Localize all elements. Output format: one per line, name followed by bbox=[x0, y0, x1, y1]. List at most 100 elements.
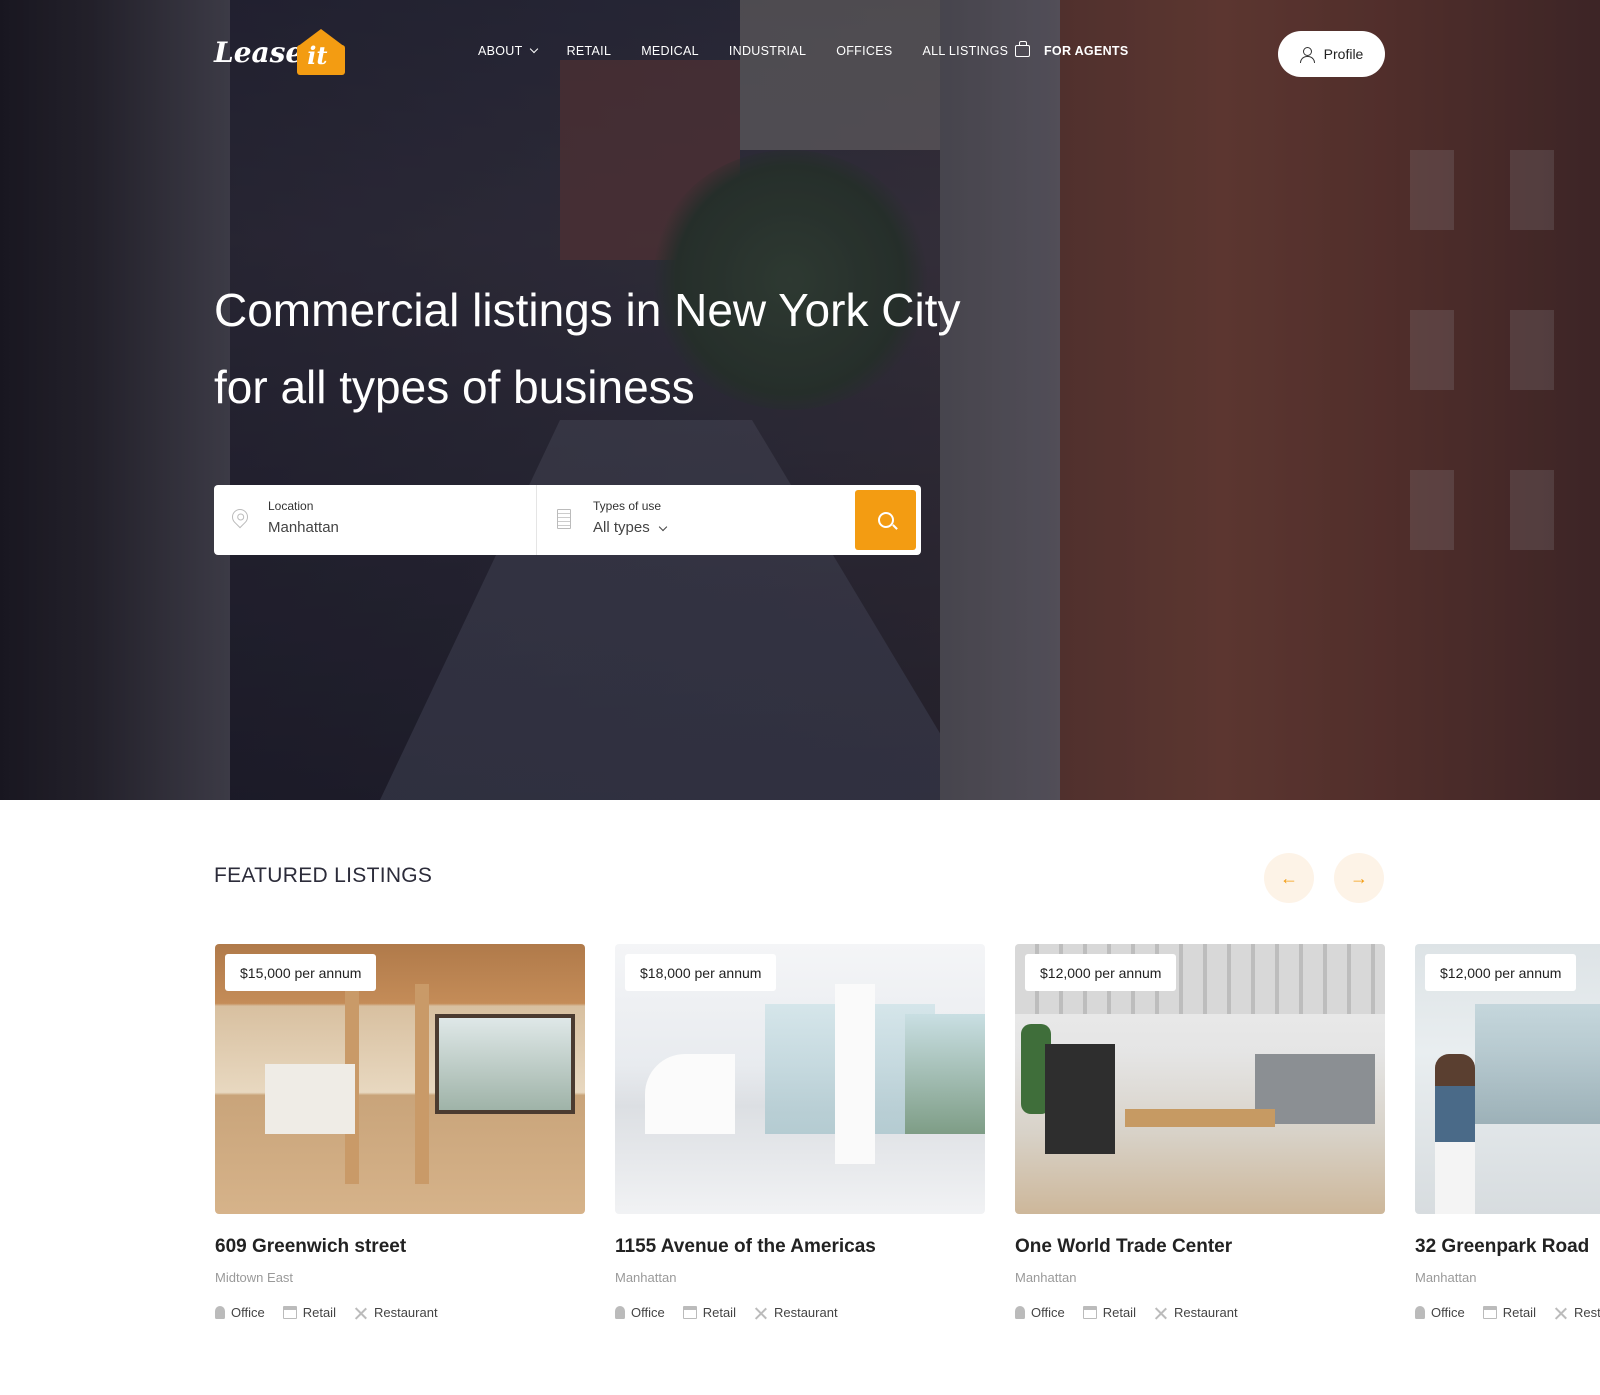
tag-retail: Retail bbox=[1082, 1305, 1136, 1320]
tag-office: Office bbox=[615, 1305, 665, 1320]
listing-area: Manhattan bbox=[615, 1270, 677, 1285]
tag-retail: Retail bbox=[682, 1305, 736, 1320]
tag-restaurant: Restaurant bbox=[1554, 1305, 1600, 1320]
tag-office: Office bbox=[215, 1305, 265, 1320]
logo-badge-text: it bbox=[307, 41, 328, 70]
tag-label: Restaurant bbox=[773, 1305, 838, 1320]
nav-item-medical[interactable]: MEDICAL bbox=[641, 44, 699, 58]
tag-office: Office bbox=[1015, 1305, 1065, 1320]
arrow-right-icon: → bbox=[1350, 867, 1368, 888]
logo-text: Lease bbox=[214, 35, 304, 69]
listing-title[interactable]: 609 Greenwich street bbox=[215, 1236, 585, 1258]
logo[interactable]: Lease it bbox=[214, 28, 346, 76]
tag-label: Retail bbox=[1102, 1305, 1136, 1320]
chevron-down-icon bbox=[658, 522, 667, 531]
types-of-use-label: Types of use bbox=[593, 499, 662, 513]
nav-item-about[interactable]: ABOUT bbox=[478, 44, 538, 58]
types-of-use-field[interactable]: Types of use All types bbox=[537, 485, 850, 555]
hero-title-line-2: for all types of business bbox=[214, 361, 695, 413]
tag-restaurant: Restaurant bbox=[1154, 1305, 1238, 1320]
office-chair-icon bbox=[1415, 1306, 1425, 1319]
arrow-left-icon: ← bbox=[1280, 867, 1298, 888]
listing-tags: Office Retail Restaurant bbox=[615, 1305, 985, 1320]
utensils-icon bbox=[1554, 1306, 1568, 1320]
price-tag: $15,000 per annum bbox=[225, 954, 377, 991]
featured-listings-title: FEATURED LISTINGS bbox=[214, 864, 433, 887]
chevron-down-icon bbox=[529, 44, 538, 54]
listing-area: Manhattan bbox=[1415, 1270, 1477, 1285]
office-chair-icon bbox=[615, 1306, 625, 1319]
price-tag: $12,000 per annum bbox=[1025, 954, 1177, 991]
listing-title[interactable]: 1155 Avenue of the Americas bbox=[615, 1236, 985, 1258]
tag-restaurant: Restaurant bbox=[354, 1305, 438, 1320]
tag-label: Retail bbox=[302, 1305, 336, 1320]
tag-label: Office bbox=[1431, 1305, 1465, 1320]
listing-photo[interactable]: $18,000 per annum bbox=[615, 944, 985, 1214]
tag-label: Retail bbox=[702, 1305, 736, 1320]
types-of-use-select[interactable]: All types bbox=[593, 519, 667, 536]
search-bar: Location Manhattan Types of use All type… bbox=[214, 485, 921, 555]
tag-retail: Retail bbox=[1482, 1305, 1536, 1320]
search-button[interactable] bbox=[855, 490, 916, 550]
profile-button[interactable]: Profile bbox=[1278, 31, 1385, 77]
store-icon bbox=[1482, 1306, 1497, 1319]
listing-area: Midtown East bbox=[215, 1270, 294, 1285]
hero-title-line-1: Commercial listings in New York City bbox=[214, 284, 961, 336]
map-pin-icon bbox=[228, 505, 252, 529]
office-chair-icon bbox=[1015, 1306, 1025, 1319]
carousel-next-button[interactable]: → bbox=[1334, 853, 1384, 903]
building-icon bbox=[557, 509, 571, 529]
office-chair-icon bbox=[215, 1306, 225, 1319]
listing-card[interactable]: $15,000 per annum 609 Greenwich street M… bbox=[215, 944, 585, 1320]
tag-label: Office bbox=[1031, 1305, 1065, 1320]
price-tag: $18,000 per annum bbox=[625, 954, 777, 991]
listing-photo[interactable]: $12,000 per annum bbox=[1015, 944, 1385, 1214]
main-nav: ABOUT RETAIL MEDICAL INDUSTRIAL OFFICES … bbox=[478, 44, 1008, 58]
tag-label: Retail bbox=[1502, 1305, 1536, 1320]
tag-label: Restaurant bbox=[1173, 1305, 1238, 1320]
briefcase-icon bbox=[1015, 41, 1030, 57]
utensils-icon bbox=[354, 1306, 368, 1320]
location-field[interactable]: Location Manhattan bbox=[214, 485, 537, 555]
hero-title: Commercial listings in New York City for… bbox=[214, 272, 1014, 426]
listing-card[interactable]: $12,000 per annum One World Trade Center… bbox=[1015, 944, 1385, 1320]
listing-card[interactable]: $12,000 per annum 32 Greenpark Road Manh… bbox=[1415, 944, 1600, 1320]
listing-title[interactable]: One World Trade Center bbox=[1015, 1236, 1385, 1258]
types-of-use-value: All types bbox=[593, 519, 650, 536]
tag-restaurant: Restaurant bbox=[754, 1305, 838, 1320]
nav-item-all-listings[interactable]: ALL LISTINGS bbox=[922, 44, 1008, 58]
tag-office: Office bbox=[1415, 1305, 1465, 1320]
tag-retail: Retail bbox=[282, 1305, 336, 1320]
listing-tags: Office Retail Restaurant bbox=[1415, 1305, 1600, 1320]
location-label: Location bbox=[268, 499, 314, 513]
tag-label: Restaurant bbox=[373, 1305, 438, 1320]
price-tag: $12,000 per annum bbox=[1425, 954, 1577, 991]
listing-photo[interactable]: $15,000 per annum bbox=[215, 944, 585, 1214]
utensils-icon bbox=[1154, 1306, 1168, 1320]
listing-tags: Office Retail Restaurant bbox=[1015, 1305, 1385, 1320]
profile-label: Profile bbox=[1323, 46, 1364, 62]
nav-item-industrial[interactable]: INDUSTRIAL bbox=[729, 44, 806, 58]
nav-item-retail[interactable]: RETAIL bbox=[567, 44, 612, 58]
tag-label: Office bbox=[231, 1305, 265, 1320]
listing-card[interactable]: $18,000 per annum 1155 Avenue of the Ame… bbox=[615, 944, 985, 1320]
nav-item-offices[interactable]: OFFICES bbox=[836, 44, 892, 58]
store-icon bbox=[1082, 1306, 1097, 1319]
for-agents-label: FOR AGENTS bbox=[1044, 44, 1129, 58]
tag-label: Restaurant bbox=[1573, 1305, 1600, 1320]
tag-label: Office bbox=[631, 1305, 665, 1320]
for-agents-link[interactable]: FOR AGENTS bbox=[1015, 41, 1129, 58]
listing-title[interactable]: 32 Greenpark Road bbox=[1415, 1236, 1600, 1258]
store-icon bbox=[282, 1306, 297, 1319]
listing-photo[interactable]: $12,000 per annum bbox=[1415, 944, 1600, 1214]
listing-area: Manhattan bbox=[1015, 1270, 1077, 1285]
listing-tags: Office Retail Restaurant bbox=[215, 1305, 585, 1320]
location-value[interactable]: Manhattan bbox=[268, 519, 339, 536]
carousel-prev-button[interactable]: ← bbox=[1264, 853, 1314, 903]
user-icon bbox=[1299, 46, 1315, 63]
utensils-icon bbox=[754, 1306, 768, 1320]
store-icon bbox=[682, 1306, 697, 1319]
nav-item-label: ABOUT bbox=[478, 44, 523, 58]
search-icon bbox=[877, 512, 894, 528]
logo-house-icon: it bbox=[297, 29, 346, 75]
